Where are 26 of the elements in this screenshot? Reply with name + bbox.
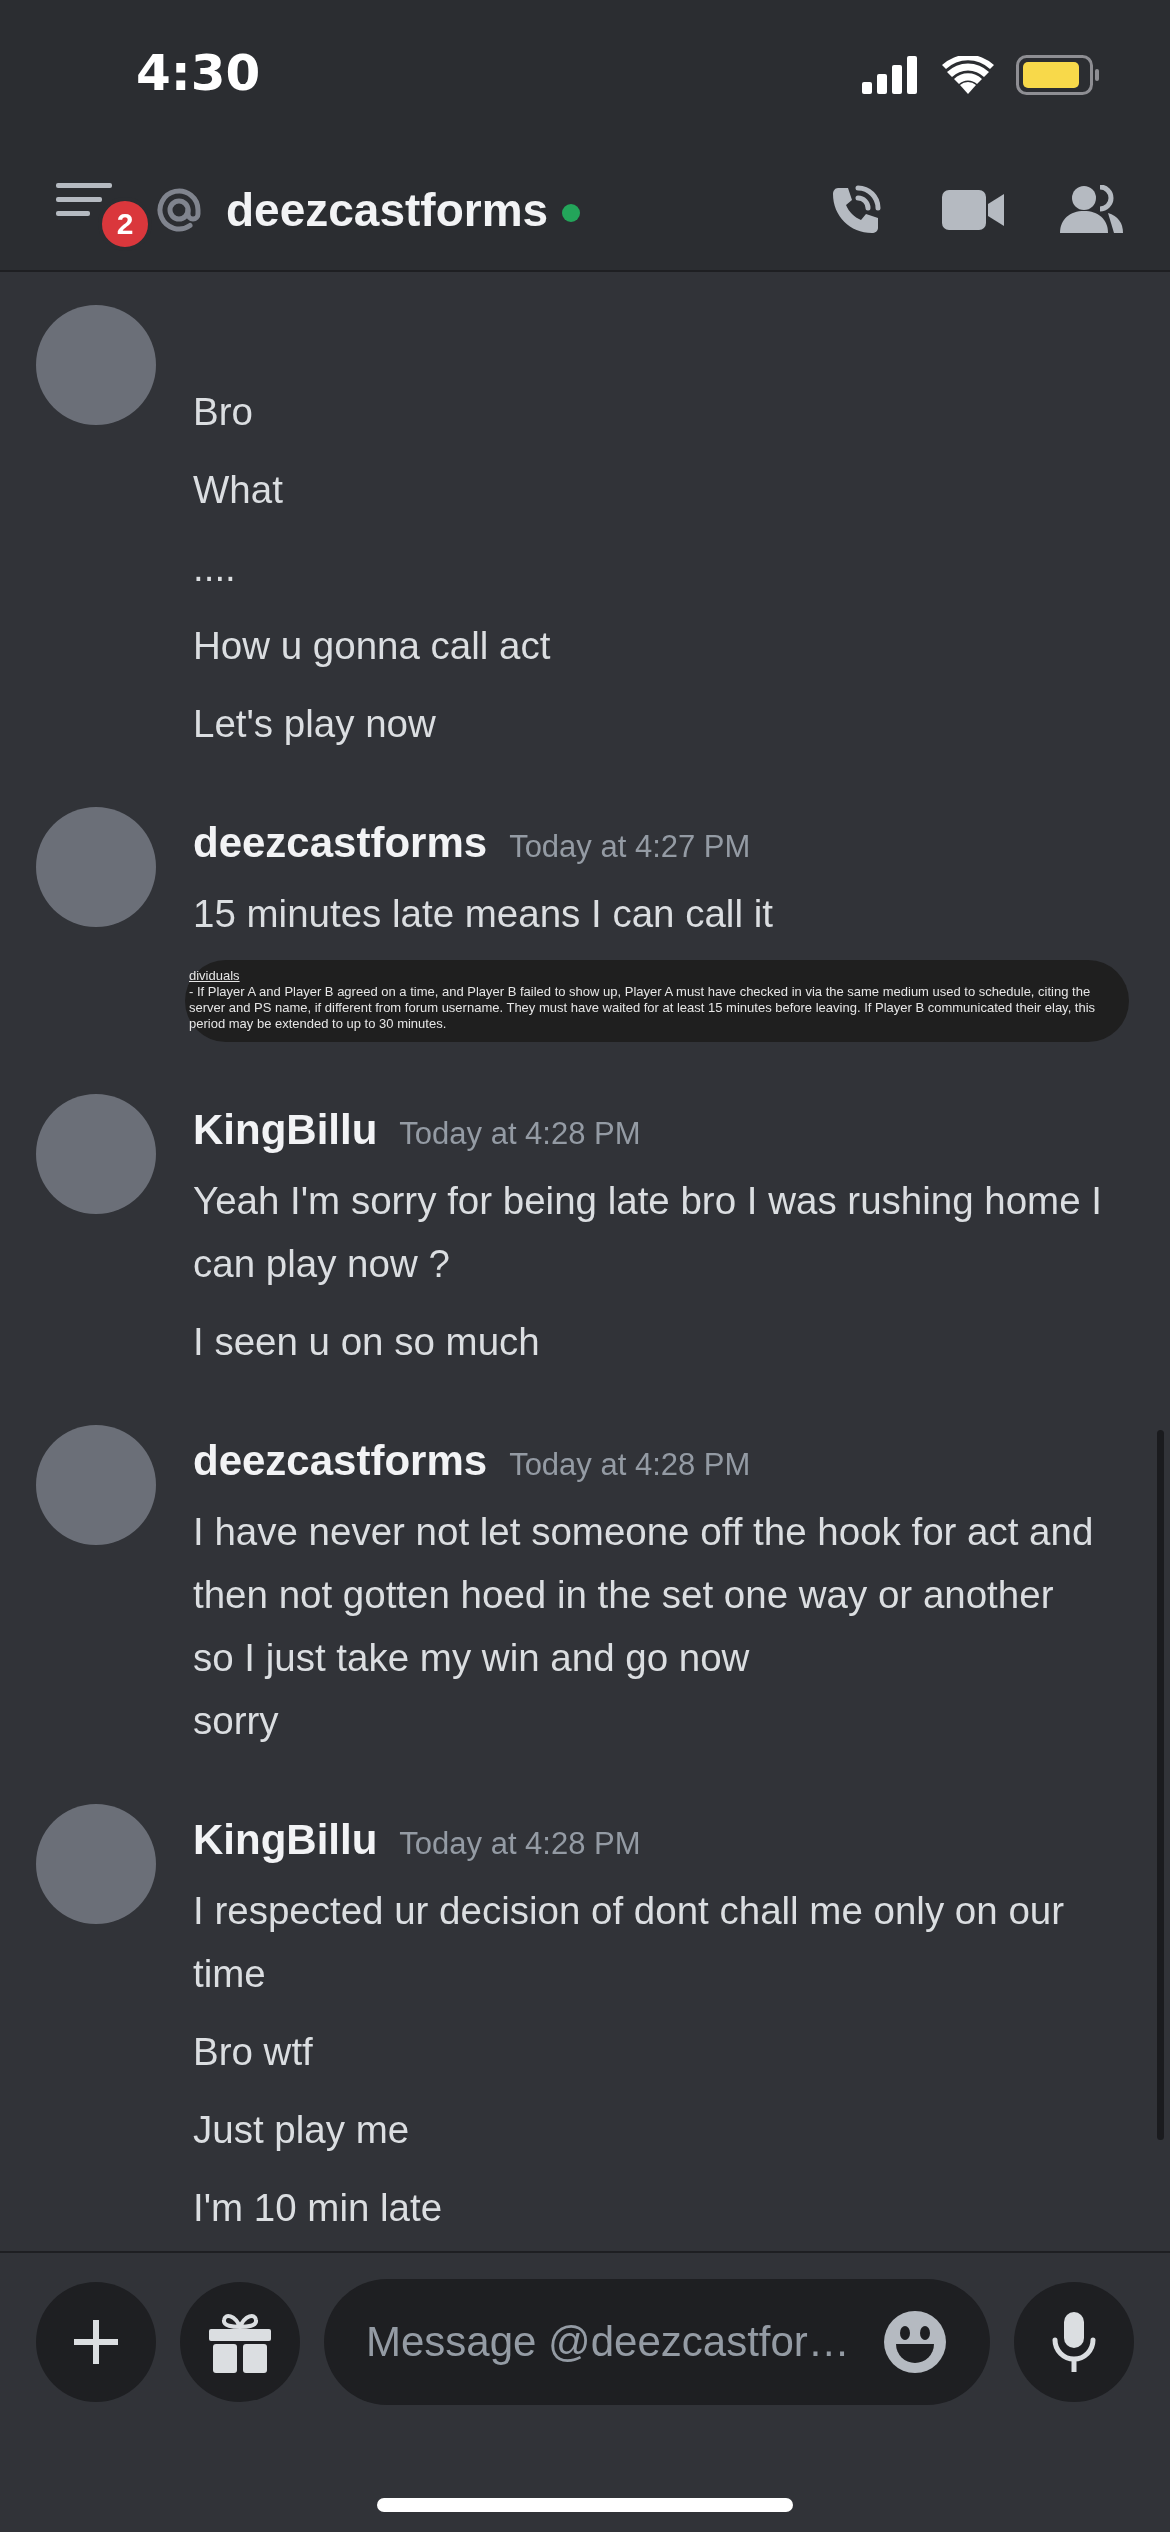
timestamp: Today at 4:28 PM: [399, 1826, 641, 1862]
timestamp: Today at 4:28 PM: [509, 1447, 751, 1483]
username[interactable]: deezcastforms: [193, 1437, 488, 1485]
message-text: How u gonna call act: [193, 623, 552, 669]
message-text: 15 minutes late means I can call it: [193, 891, 774, 937]
attachment-text: - If Player A and Player B agreed on a time, and Player B failed to show up, Player A must have checked in via the same medium used to schedule, citing the server and PS name, if different from forum username. They must have waited for at least 15 minutes before leaving. If Player B communicated their elay, this period may be extended to up to 30 minutes.: [189, 984, 1097, 1032]
message-text: Just play me: [193, 2107, 411, 2153]
message-text: I seen u on so much: [193, 1319, 541, 1365]
username[interactable]: deezcastforms: [193, 819, 488, 867]
message-text: What: [193, 467, 284, 513]
channel-title: deezcastforms: [226, 183, 549, 237]
username[interactable]: KingBillu: [193, 1106, 378, 1154]
message-text: ....: [193, 545, 237, 591]
timestamp: Today at 4:27 PM: [509, 829, 751, 865]
message-text: Bro: [193, 389, 254, 435]
username[interactable]: KingBillu: [193, 1816, 378, 1864]
message-text: I respected ur decision of dont chall me only on our time: [193, 1888, 1066, 1997]
message-text: Bro wtf: [193, 2029, 314, 2075]
message-input-field[interactable]: Message @deezcastfor…: [324, 2279, 990, 2405]
clock-time: 4:30: [136, 44, 261, 102]
message-text: Yeah I'm sorry for being late bro I was rushing home I can play now ?: [193, 1178, 1103, 1287]
message-text: I'm 10 min late: [193, 2185, 444, 2231]
message-text: I have never not let someone off the hook for act and then not gotten hoed in the set one way or another so I just take my win and go now sorry: [193, 1509, 1095, 1744]
attachment-heading: dividuals: [189, 968, 241, 984]
message-text: Let's play now: [193, 701, 437, 747]
timestamp: Today at 4:28 PM: [399, 1116, 641, 1152]
